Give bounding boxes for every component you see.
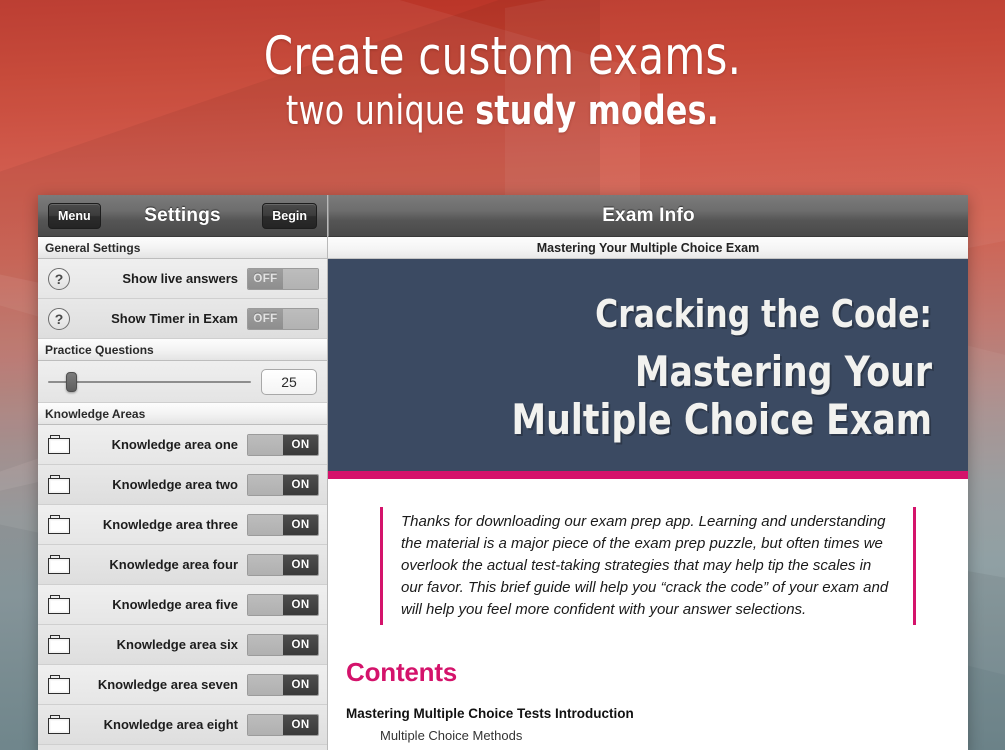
toggle-state-label: ON xyxy=(283,634,318,655)
knowledge-area-row[interactable]: Knowledge area seven ON xyxy=(38,665,327,705)
folder-icon xyxy=(48,714,72,735)
section-header-knowledge-areas: Knowledge Areas xyxy=(38,403,327,425)
toggle-knowledge-area[interactable]: ON xyxy=(247,593,319,616)
setting-row-show-timer-in-exam[interactable]: ? Show Timer in Exam OFF xyxy=(38,299,327,339)
slider-handle[interactable] xyxy=(66,371,78,392)
toggle-track xyxy=(248,594,283,615)
toggle-knowledge-area[interactable]: ON xyxy=(247,553,319,576)
toggle-show-timer-in-exam[interactable]: OFF xyxy=(247,307,319,330)
toggle-track xyxy=(248,554,283,575)
practice-questions-row[interactable]: 25 xyxy=(38,361,327,403)
toggle-track xyxy=(283,308,318,329)
folder-icon xyxy=(48,514,72,535)
promo-headline: Create custom exams. two unique study mo… xyxy=(0,26,1005,132)
toggle-track xyxy=(248,714,283,735)
toggle-state-label: OFF xyxy=(248,308,283,329)
knowledge-area-label: Knowledge area one xyxy=(111,437,238,452)
setting-label: Show Timer in Exam xyxy=(111,311,238,326)
hero-line1: Cracking the Code: xyxy=(595,292,932,336)
slider-track xyxy=(48,380,251,383)
toggle-state-label: ON xyxy=(283,554,318,575)
toggle-track xyxy=(248,514,283,535)
knowledge-area-label: Knowledge area six xyxy=(116,637,238,652)
toggle-track xyxy=(248,634,283,655)
question-count-value[interactable]: 25 xyxy=(261,368,317,395)
folder-icon xyxy=(48,674,72,695)
question-count-slider[interactable] xyxy=(48,371,251,393)
exam-subtitle: Mastering Your Multiple Choice Exam xyxy=(328,237,968,259)
toggle-track xyxy=(248,434,283,455)
exam-info-navbar: Exam Info xyxy=(328,195,968,237)
toggle-knowledge-area[interactable]: ON xyxy=(247,513,319,536)
knowledge-area-label: Knowledge area two xyxy=(112,477,238,492)
setting-label: Show live answers xyxy=(122,271,238,286)
toggle-knowledge-area[interactable]: ON xyxy=(247,473,319,496)
setting-row-show-live-answers[interactable]: ? Show live answers OFF xyxy=(38,259,327,299)
exam-info-title: Exam Info xyxy=(602,204,695,226)
section-header-general-settings: General Settings xyxy=(38,237,327,259)
toggle-knowledge-area[interactable]: ON xyxy=(247,633,319,656)
promo-headline-line2-regular: two unique xyxy=(285,88,476,135)
toggle-knowledge-area[interactable]: ON xyxy=(247,713,319,736)
knowledge-area-row[interactable]: Knowledge area four ON xyxy=(38,545,327,585)
knowledge-area-row[interactable]: Knowledge area three ON xyxy=(38,505,327,545)
hero-line2: Mastering Your xyxy=(634,347,932,396)
question-mark-icon[interactable]: ? xyxy=(48,307,70,330)
knowledge-area-row[interactable]: Knowledge area five ON xyxy=(38,585,327,625)
knowledge-area-row[interactable]: Knowledge area two ON xyxy=(38,465,327,505)
folder-icon xyxy=(48,434,72,455)
table-of-contents: Mastering Multiple Choice Tests Introduc… xyxy=(346,706,968,743)
folder-icon xyxy=(48,474,72,495)
folder-icon xyxy=(48,554,72,575)
promo-headline-line2: two unique study modes. xyxy=(60,90,944,132)
toggle-show-live-answers[interactable]: OFF xyxy=(247,267,319,290)
knowledge-area-row[interactable]: Knowledge area one ON xyxy=(38,425,327,465)
toggle-knowledge-area[interactable]: ON xyxy=(247,673,319,696)
promo-headline-line2-bold: study modes. xyxy=(475,88,720,135)
exam-document[interactable]: Cracking the Code: Mastering Your Multip… xyxy=(328,259,968,750)
knowledge-area-label: Knowledge area four xyxy=(109,557,238,572)
promo-headline-line1: Create custom exams. xyxy=(263,26,742,87)
section-header-practice-questions: Practice Questions xyxy=(38,339,327,361)
knowledge-areas-list: Knowledge area one ON Knowledge area two… xyxy=(38,425,327,750)
hero-line3: Multiple Choice Exam xyxy=(511,395,932,444)
knowledge-area-label: Knowledge area five xyxy=(112,597,238,612)
knowledge-area-label: Knowledge area seven xyxy=(97,677,238,692)
settings-panel: Menu Settings Begin General Settings ? S… xyxy=(38,195,328,750)
toggle-state-label: ON xyxy=(283,434,318,455)
knowledge-area-row[interactable]: Knowledge area eight ON xyxy=(38,705,327,745)
toggle-state-label: ON xyxy=(283,594,318,615)
knowledge-area-label: Knowledge area eight xyxy=(103,717,238,732)
folder-icon xyxy=(48,634,72,655)
exam-info-panel: Exam Info Mastering Your Multiple Choice… xyxy=(328,195,968,750)
toggle-state-label: ON xyxy=(283,674,318,695)
app-window: Menu Settings Begin General Settings ? S… xyxy=(38,195,968,750)
toggle-track xyxy=(248,474,283,495)
toggle-state-label: ON xyxy=(283,474,318,495)
knowledge-area-label: Knowledge area three xyxy=(102,517,238,532)
toc-entry[interactable]: Multiple Choice Methods xyxy=(380,728,968,743)
settings-navbar: Menu Settings Begin xyxy=(38,195,327,237)
toggle-state-label: ON xyxy=(283,514,318,535)
contents-heading: Contents xyxy=(346,657,458,688)
question-mark-icon[interactable]: ? xyxy=(48,267,70,290)
toggle-state-label: ON xyxy=(283,714,318,735)
intro-quote: Thanks for downloading our exam prep app… xyxy=(380,507,916,626)
folder-icon xyxy=(48,594,72,615)
knowledge-area-row[interactable]: Knowledge area six ON xyxy=(38,625,327,665)
toggle-state-label: OFF xyxy=(248,268,283,289)
toggle-knowledge-area[interactable]: ON xyxy=(247,433,319,456)
toggle-track xyxy=(248,674,283,695)
toggle-track xyxy=(283,268,318,289)
begin-button[interactable]: Begin xyxy=(262,203,317,229)
toc-entry[interactable]: Mastering Multiple Choice Tests Introduc… xyxy=(346,706,968,721)
document-hero: Cracking the Code: Mastering Your Multip… xyxy=(328,259,968,479)
